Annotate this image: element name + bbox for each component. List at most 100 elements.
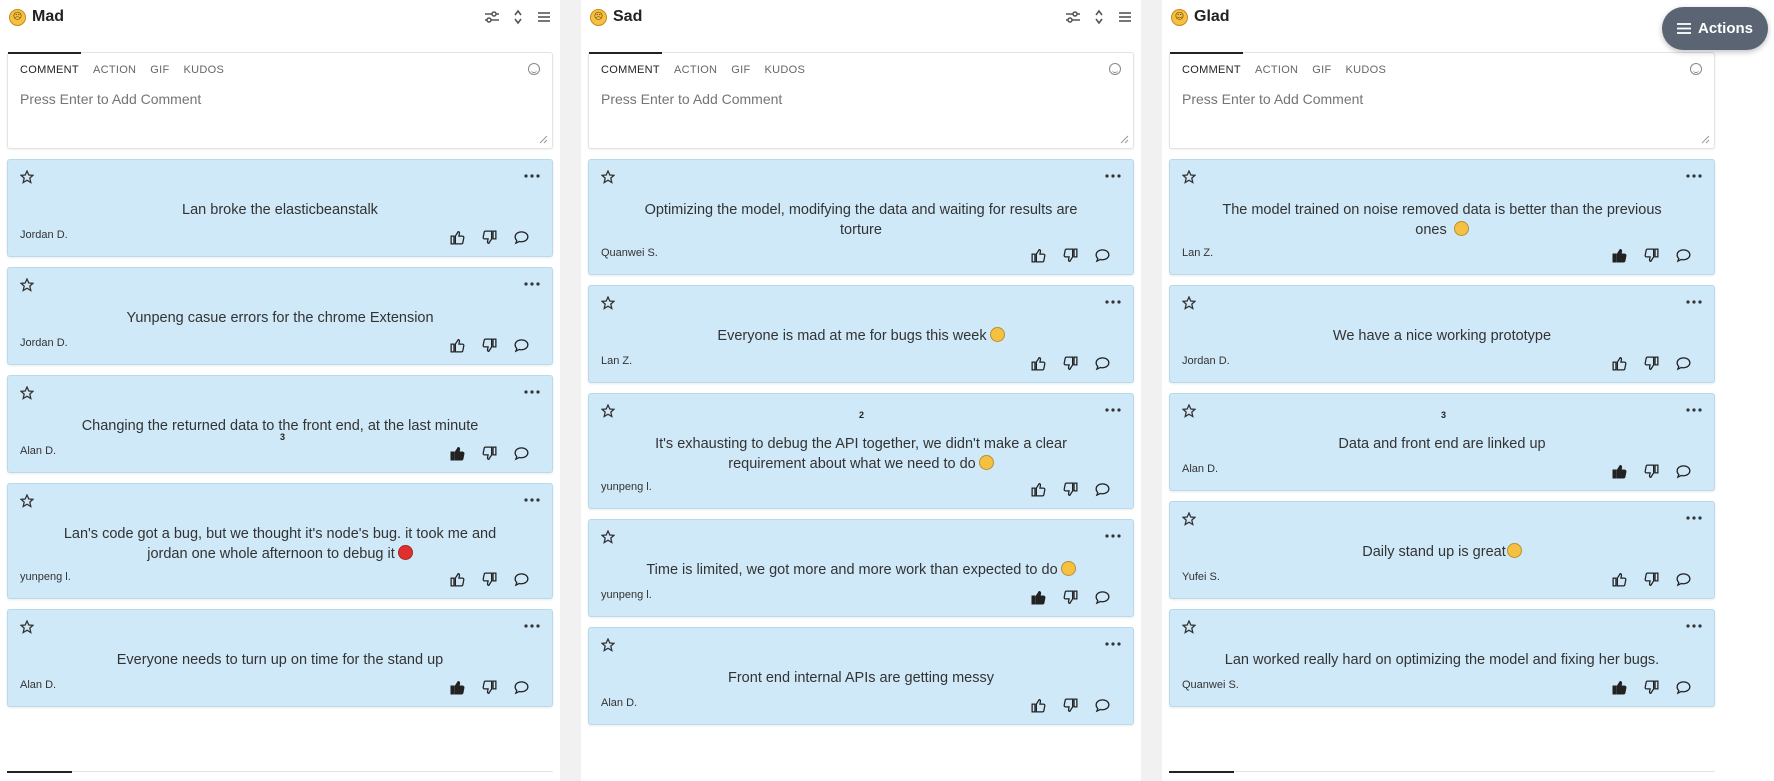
thumbs-down-icon[interactable]: [1642, 246, 1660, 264]
sort-icon[interactable]: [1091, 9, 1107, 25]
emoji-picker-icon[interactable]: [528, 63, 540, 75]
thumbs-up-icon[interactable]: [1029, 480, 1047, 498]
more-options-icon[interactable]: [1686, 296, 1702, 308]
comment-icon[interactable]: [1093, 696, 1111, 714]
thumbs-down-icon[interactable]: [480, 570, 498, 588]
comment-icon[interactable]: [1674, 570, 1692, 588]
tab-kudos[interactable]: KUDOS: [1346, 64, 1387, 76]
thumbs-down-icon[interactable]: [1642, 354, 1660, 372]
more-options-icon[interactable]: [1686, 512, 1702, 524]
resize-handle-icon[interactable]: [1119, 134, 1129, 144]
tab-gif[interactable]: GIF: [150, 64, 169, 76]
thumbs-up-icon[interactable]: [448, 570, 466, 588]
thumbs-down-icon[interactable]: [480, 444, 498, 462]
filter-icon[interactable]: [484, 9, 500, 25]
star-icon[interactable]: [20, 278, 34, 292]
more-options-icon[interactable]: [1105, 404, 1121, 416]
comment-icon[interactable]: [1674, 246, 1692, 264]
star-icon[interactable]: [1182, 170, 1196, 184]
comment-icon[interactable]: [512, 678, 530, 696]
comment-icon[interactable]: [512, 570, 530, 588]
comment-icon[interactable]: [1093, 246, 1111, 264]
thumbs-up-filled-icon[interactable]: [448, 678, 466, 696]
tab-gif[interactable]: GIF: [1312, 64, 1331, 76]
tab-comment[interactable]: COMMENT: [1170, 52, 1243, 76]
thumbs-down-icon[interactable]: [1061, 480, 1079, 498]
tab-kudos[interactable]: KUDOS: [184, 64, 225, 76]
tab-action[interactable]: ACTION: [1255, 64, 1298, 76]
more-options-icon[interactable]: [1686, 404, 1702, 416]
star-icon[interactable]: [1182, 296, 1196, 310]
thumbs-down-icon[interactable]: [1061, 588, 1079, 606]
comment-input[interactable]: [1182, 91, 1622, 107]
tab-gif[interactable]: GIF: [731, 64, 750, 76]
comment-icon[interactable]: [1093, 480, 1111, 498]
filter-icon[interactable]: [1065, 9, 1081, 25]
thumbs-down-icon[interactable]: [1061, 246, 1079, 264]
comment-icon[interactable]: [512, 336, 530, 354]
comment-icon[interactable]: [512, 444, 530, 462]
thumbs-up-filled-icon[interactable]: [448, 444, 466, 462]
more-options-icon[interactable]: [1686, 170, 1702, 182]
star-icon[interactable]: [601, 638, 615, 652]
tab-kudos[interactable]: KUDOS: [765, 64, 806, 76]
thumbs-down-icon[interactable]: [1061, 696, 1079, 714]
star-icon[interactable]: [1182, 404, 1196, 418]
star-icon[interactable]: [1182, 620, 1196, 634]
thumbs-up-icon[interactable]: [448, 228, 466, 246]
more-options-icon[interactable]: [524, 494, 540, 506]
thumbs-down-icon[interactable]: [480, 228, 498, 246]
thumbs-up-icon[interactable]: [1029, 696, 1047, 714]
emoji-picker-icon[interactable]: [1690, 63, 1702, 75]
star-icon[interactable]: [20, 494, 34, 508]
comment-icon[interactable]: [1674, 354, 1692, 372]
more-options-icon[interactable]: [524, 620, 540, 632]
tab-action[interactable]: ACTION: [674, 64, 717, 76]
comment-icon[interactable]: [1093, 354, 1111, 372]
thumbs-up-icon[interactable]: [1029, 246, 1047, 264]
more-options-icon[interactable]: [1105, 638, 1121, 650]
thumbs-up-icon[interactable]: [1610, 354, 1628, 372]
thumbs-down-icon[interactable]: [1642, 570, 1660, 588]
thumbs-down-icon[interactable]: [1642, 678, 1660, 696]
tab-action[interactable]: ACTION: [93, 64, 136, 76]
comment-input[interactable]: [601, 91, 1041, 107]
thumbs-up-icon[interactable]: [1610, 570, 1628, 588]
more-options-icon[interactable]: [1105, 296, 1121, 308]
star-icon[interactable]: [20, 620, 34, 634]
star-icon[interactable]: [20, 170, 34, 184]
more-options-icon[interactable]: [1105, 530, 1121, 542]
thumbs-down-icon[interactable]: [1061, 354, 1079, 372]
star-icon[interactable]: [1182, 512, 1196, 526]
star-icon[interactable]: [601, 404, 615, 418]
thumbs-down-icon[interactable]: [1642, 462, 1660, 480]
star-icon[interactable]: [601, 296, 615, 310]
star-icon[interactable]: [601, 170, 615, 184]
comment-icon[interactable]: [512, 228, 530, 246]
more-options-icon[interactable]: [1105, 170, 1121, 182]
comment-icon[interactable]: [1674, 462, 1692, 480]
star-icon[interactable]: [601, 530, 615, 544]
comment-icon[interactable]: [1093, 588, 1111, 606]
thumbs-up-filled-icon[interactable]: [1610, 462, 1628, 480]
resize-handle-icon[interactable]: [1700, 134, 1710, 144]
thumbs-down-icon[interactable]: [480, 678, 498, 696]
menu-icon[interactable]: [1117, 9, 1133, 25]
menu-icon[interactable]: [536, 9, 552, 25]
thumbs-up-filled-icon[interactable]: [1029, 588, 1047, 606]
actions-button[interactable]: Actions: [1662, 7, 1768, 50]
comment-input[interactable]: [20, 91, 460, 107]
emoji-picker-icon[interactable]: [1109, 63, 1121, 75]
thumbs-down-icon[interactable]: [480, 336, 498, 354]
comment-icon[interactable]: [1674, 678, 1692, 696]
tab-comment[interactable]: COMMENT: [8, 52, 81, 76]
resize-handle-icon[interactable]: [538, 134, 548, 144]
thumbs-up-filled-icon[interactable]: [1610, 678, 1628, 696]
more-options-icon[interactable]: [524, 386, 540, 398]
more-options-icon[interactable]: [1686, 620, 1702, 632]
more-options-icon[interactable]: [524, 170, 540, 182]
tab-comment[interactable]: COMMENT: [589, 52, 662, 76]
star-icon[interactable]: [20, 386, 34, 400]
sort-icon[interactable]: [510, 9, 526, 25]
more-options-icon[interactable]: [524, 278, 540, 290]
